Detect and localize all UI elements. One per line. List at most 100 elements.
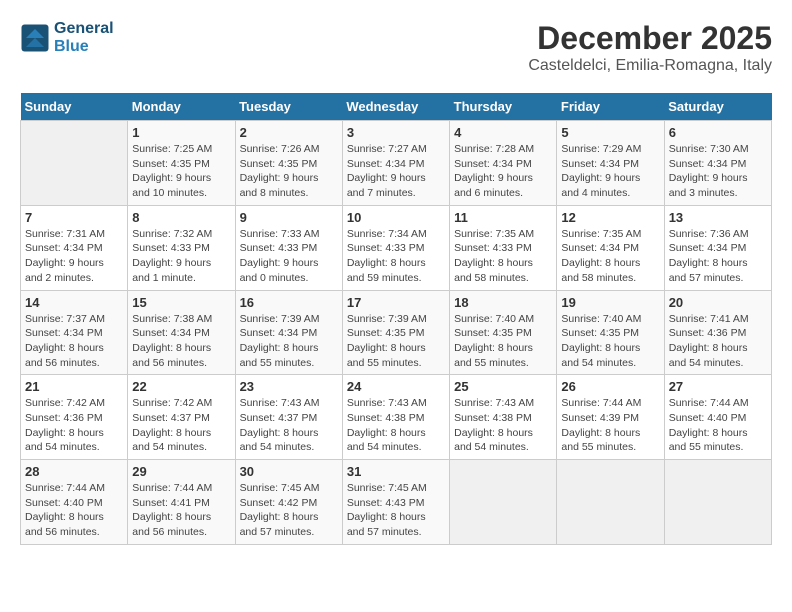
weekday-header-row: SundayMondayTuesdayWednesdayThursdayFrid…: [21, 93, 772, 121]
day-info: Sunrise: 7:44 AM Sunset: 4:40 PM Dayligh…: [669, 396, 767, 455]
day-info: Sunrise: 7:25 AM Sunset: 4:35 PM Dayligh…: [132, 142, 230, 201]
calendar-cell: 21Sunrise: 7:42 AM Sunset: 4:36 PM Dayli…: [21, 375, 128, 460]
day-number: 5: [561, 125, 659, 140]
day-info: Sunrise: 7:41 AM Sunset: 4:36 PM Dayligh…: [669, 312, 767, 371]
day-number: 29: [132, 464, 230, 479]
calendar-cell: 22 Sunrise: 7:42 AM Sunset: 4:37 PM Dayli…: [128, 375, 235, 460]
calendar-cell: 4Sunrise: 7:28 AM Sunset: 4:34 PM Daylig…: [450, 121, 557, 206]
weekday-header-friday: Friday: [557, 93, 664, 121]
calendar-week-row: 14 Sunrise: 7:37 AM Sunset: 4:34 PM Dayli…: [21, 290, 772, 375]
day-number: 19: [561, 295, 659, 310]
calendar-cell: [664, 460, 771, 545]
day-number: 24: [347, 379, 445, 394]
day-info: Sunrise: 7:43 AM Sunset: 4:38 PM Dayligh…: [347, 396, 445, 455]
day-number: 8: [132, 210, 230, 225]
day-number: 13: [669, 210, 767, 225]
day-info: Sunrise: 7:29 AM Sunset: 4:34 PM Dayligh…: [561, 142, 659, 201]
day-info: Sunrise: 7:28 AM Sunset: 4:34 PM Dayligh…: [454, 142, 552, 201]
day-info: Sunrise: 7:34 AM Sunset: 4:33 PM Dayligh…: [347, 227, 445, 286]
day-number: 25: [454, 379, 552, 394]
calendar-cell: [557, 460, 664, 545]
calendar-cell: [450, 460, 557, 545]
day-number: 9: [240, 210, 338, 225]
calendar-cell: 2Sunrise: 7:26 AM Sunset: 4:35 PM Daylig…: [235, 121, 342, 206]
day-info: Sunrise: 7:33 AM Sunset: 4:33 PM Dayligh…: [240, 227, 338, 286]
day-info: Sunrise: 7:37 AM Sunset: 4:34 PM Dayligh…: [25, 312, 123, 371]
day-info: Sunrise: 7:42 AM Sunset: 4:37 PM Dayligh…: [132, 396, 230, 455]
calendar-cell: [21, 121, 128, 206]
weekday-header-monday: Monday: [128, 93, 235, 121]
weekday-header-tuesday: Tuesday: [235, 93, 342, 121]
calendar-cell: 16 Sunrise: 7:39 AM Sunset: 4:34 PM Dayli…: [235, 290, 342, 375]
logo: General Blue: [20, 20, 114, 55]
day-info: Sunrise: 7:36 AM Sunset: 4:34 PM Dayligh…: [669, 227, 767, 286]
day-info: Sunrise: 7:39 AM Sunset: 4:35 PM Dayligh…: [347, 312, 445, 371]
day-number: 11: [454, 210, 552, 225]
day-info: Sunrise: 7:35 AM Sunset: 4:33 PM Dayligh…: [454, 227, 552, 286]
calendar-cell: 30Sunrise: 7:45 AM Sunset: 4:42 PM Dayli…: [235, 460, 342, 545]
calendar-cell: 7 Sunrise: 7:31 AM Sunset: 4:34 PM Daylig…: [21, 205, 128, 290]
calendar-cell: 12 Sunrise: 7:35 AM Sunset: 4:34 PM Dayli…: [557, 205, 664, 290]
logo-icon: [20, 23, 50, 53]
day-number: 18: [454, 295, 552, 310]
calendar-cell: 14 Sunrise: 7:37 AM Sunset: 4:34 PM Dayli…: [21, 290, 128, 375]
day-info: Sunrise: 7:45 AM Sunset: 4:42 PM Dayligh…: [240, 481, 338, 540]
day-info: Sunrise: 7:40 AM Sunset: 4:35 PM Dayligh…: [561, 312, 659, 371]
calendar-week-row: 21Sunrise: 7:42 AM Sunset: 4:36 PM Dayli…: [21, 375, 772, 460]
calendar-cell: 18 Sunrise: 7:40 AM Sunset: 4:35 PM Dayli…: [450, 290, 557, 375]
weekday-header-thursday: Thursday: [450, 93, 557, 121]
day-info: Sunrise: 7:31 AM Sunset: 4:34 PM Dayligh…: [25, 227, 123, 286]
day-number: 16: [240, 295, 338, 310]
day-number: 31: [347, 464, 445, 479]
day-number: 15: [132, 295, 230, 310]
day-number: 3: [347, 125, 445, 140]
day-info: Sunrise: 7:35 AM Sunset: 4:34 PM Dayligh…: [561, 227, 659, 286]
weekday-header-sunday: Sunday: [21, 93, 128, 121]
weekday-header-wednesday: Wednesday: [342, 93, 449, 121]
day-number: 28: [25, 464, 123, 479]
day-info: Sunrise: 7:43 AM Sunset: 4:37 PM Dayligh…: [240, 396, 338, 455]
day-info: Sunrise: 7:32 AM Sunset: 4:33 PM Dayligh…: [132, 227, 230, 286]
calendar-cell: 20 Sunrise: 7:41 AM Sunset: 4:36 PM Dayli…: [664, 290, 771, 375]
calendar-cell: 13 Sunrise: 7:36 AM Sunset: 4:34 PM Dayli…: [664, 205, 771, 290]
calendar-week-row: 7 Sunrise: 7:31 AM Sunset: 4:34 PM Daylig…: [21, 205, 772, 290]
day-info: Sunrise: 7:45 AM Sunset: 4:43 PM Dayligh…: [347, 481, 445, 540]
day-info: Sunrise: 7:40 AM Sunset: 4:35 PM Dayligh…: [454, 312, 552, 371]
calendar-cell: 10 Sunrise: 7:34 AM Sunset: 4:33 PM Dayli…: [342, 205, 449, 290]
calendar-cell: 26 Sunrise: 7:44 AM Sunset: 4:39 PM Dayli…: [557, 375, 664, 460]
calendar-cell: 15Sunrise: 7:38 AM Sunset: 4:34 PM Dayli…: [128, 290, 235, 375]
calendar-cell: 23 Sunrise: 7:43 AM Sunset: 4:37 PM Dayli…: [235, 375, 342, 460]
calendar-cell: 6 Sunrise: 7:30 AM Sunset: 4:34 PM Daylig…: [664, 121, 771, 206]
day-number: 12: [561, 210, 659, 225]
day-number: 14: [25, 295, 123, 310]
day-info: Sunrise: 7:43 AM Sunset: 4:38 PM Dayligh…: [454, 396, 552, 455]
calendar-cell: 27Sunrise: 7:44 AM Sunset: 4:40 PM Dayli…: [664, 375, 771, 460]
title-section: December 2025 Casteldelci, Emilia-Romagn…: [528, 20, 772, 75]
day-number: 26: [561, 379, 659, 394]
day-info: Sunrise: 7:39 AM Sunset: 4:34 PM Dayligh…: [240, 312, 338, 371]
day-info: Sunrise: 7:30 AM Sunset: 4:34 PM Dayligh…: [669, 142, 767, 201]
calendar-cell: 8 Sunrise: 7:32 AM Sunset: 4:33 PM Daylig…: [128, 205, 235, 290]
calendar-cell: 19 Sunrise: 7:40 AM Sunset: 4:35 PM Dayli…: [557, 290, 664, 375]
day-number: 7: [25, 210, 123, 225]
day-number: 10: [347, 210, 445, 225]
calendar-table: SundayMondayTuesdayWednesdayThursdayFrid…: [20, 93, 772, 545]
day-info: Sunrise: 7:44 AM Sunset: 4:39 PM Dayligh…: [561, 396, 659, 455]
calendar-cell: 25 Sunrise: 7:43 AM Sunset: 4:38 PM Dayli…: [450, 375, 557, 460]
day-number: 22: [132, 379, 230, 394]
day-number: 17: [347, 295, 445, 310]
day-number: 20: [669, 295, 767, 310]
day-info: Sunrise: 7:44 AM Sunset: 4:40 PM Dayligh…: [25, 481, 123, 540]
calendar-cell: 9 Sunrise: 7:33 AM Sunset: 4:33 PM Daylig…: [235, 205, 342, 290]
weekday-header-saturday: Saturday: [664, 93, 771, 121]
location-title: Casteldelci, Emilia-Romagna, Italy: [528, 57, 772, 75]
day-info: Sunrise: 7:44 AM Sunset: 4:41 PM Dayligh…: [132, 481, 230, 540]
day-number: 6: [669, 125, 767, 140]
day-number: 21: [25, 379, 123, 394]
calendar-week-row: 28 Sunrise: 7:44 AM Sunset: 4:40 PM Dayli…: [21, 460, 772, 545]
calendar-cell: 29 Sunrise: 7:44 AM Sunset: 4:41 PM Dayli…: [128, 460, 235, 545]
day-number: 23: [240, 379, 338, 394]
day-number: 2: [240, 125, 338, 140]
logo-text-line1: General: [54, 20, 114, 38]
calendar-cell: 3Sunrise: 7:27 AM Sunset: 4:34 PM Daylig…: [342, 121, 449, 206]
